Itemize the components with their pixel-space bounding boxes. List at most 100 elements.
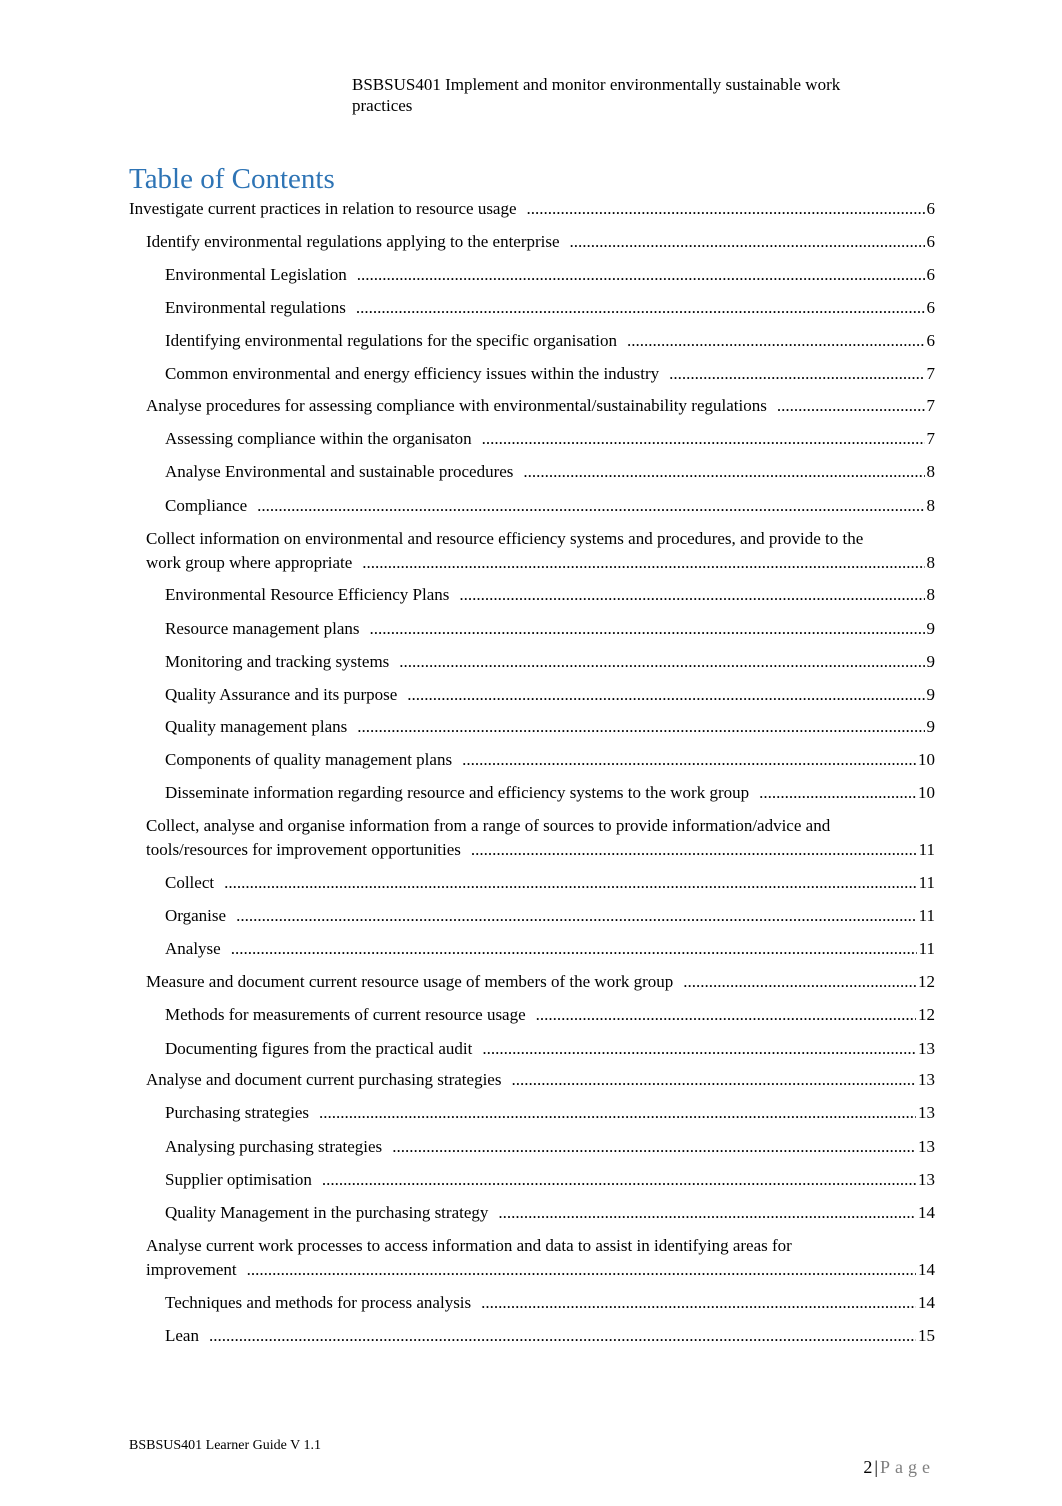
toc-entry[interactable]: Lean 15	[165, 1324, 935, 1348]
dot-leader	[392, 1135, 916, 1159]
toc-entry-page: 7	[926, 364, 936, 383]
toc-entry-page: 11	[918, 873, 935, 892]
toc-entry[interactable]: Environmental regulations 6	[165, 296, 935, 320]
dot-leader	[357, 263, 925, 287]
toc-entry[interactable]: Measure and document current resource us…	[146, 970, 935, 994]
toc-entry[interactable]: Analyse and document current purchasing …	[146, 1068, 935, 1092]
toc-entry-title: Lean	[165, 1326, 199, 1345]
toc-entry[interactable]: Investigate current practices in relatio…	[129, 197, 935, 221]
toc-entry[interactable]: Collect, analyse and organise informatio…	[146, 814, 935, 862]
dot-leader	[322, 1168, 916, 1192]
toc-entry-title: Disseminate information regarding resour…	[165, 783, 750, 802]
dot-leader	[357, 715, 924, 739]
toc-entry[interactable]: Monitoring and tracking systems 9	[165, 650, 935, 674]
toc-entry-page: 6	[926, 265, 936, 284]
toc-entry[interactable]: Quality management plans 9	[165, 715, 935, 739]
dot-leader	[523, 460, 924, 484]
toc-entry[interactable]: Analyse 11	[165, 937, 935, 961]
toc-entry-title: Identify environmental regulations apply…	[146, 232, 560, 251]
toc-entry-text-line1: Collect information on environmental and…	[146, 529, 864, 548]
dot-leader	[407, 683, 924, 707]
dot-leader	[224, 871, 917, 895]
toc-entry-title: Compliance	[165, 496, 248, 515]
toc-entry[interactable]: Assessing compliance within the organisa…	[165, 427, 935, 451]
dot-leader	[511, 1068, 916, 1092]
toc-entry[interactable]: Analyse procedures for assessing complia…	[146, 394, 935, 418]
toc-entry-title: Investigate current practices in relatio…	[129, 199, 517, 218]
dot-leader	[759, 781, 916, 805]
toc-entry[interactable]: Identifying environmental regulations fo…	[165, 329, 935, 353]
toc-entry[interactable]: Components of quality management plans 10	[165, 748, 935, 772]
toc-entry[interactable]: Methods for measurements of current reso…	[165, 1003, 935, 1027]
toc-entry-title: Techniques and methods for process analy…	[165, 1293, 472, 1312]
toc-entry[interactable]: Analyse Environmental and sustainable pr…	[165, 460, 935, 484]
toc-entry[interactable]: Collect 11	[165, 871, 935, 895]
toc-entry[interactable]: Collect information on environmental and…	[146, 527, 935, 575]
dot-leader	[247, 1258, 916, 1282]
toc-entry-page: 11	[918, 939, 935, 958]
page-word: Page	[880, 1457, 935, 1477]
toc-entry-page: 13	[918, 1103, 935, 1122]
toc-entry-page: 12	[918, 972, 935, 991]
toc-entry[interactable]: Common environmental and energy efficien…	[165, 362, 935, 386]
toc-entry-title: Documenting figures from the practical a…	[165, 1039, 473, 1058]
dot-leader	[482, 1037, 916, 1061]
toc-entry[interactable]: Documenting figures from the practical a…	[165, 1037, 935, 1061]
toc-entry-title: Common environmental and energy efficien…	[165, 364, 660, 383]
toc-entry-title: Analyse	[165, 939, 221, 958]
toc-entry[interactable]: Environmental Resource Efficiency Plans 8	[165, 583, 935, 607]
toc-entry[interactable]: Environmental Legislation 6	[165, 263, 935, 287]
toc-entry-page: 12	[918, 1005, 935, 1024]
toc-entry-title: Analyse procedures for assessing complia…	[146, 396, 767, 415]
toc-entry-page: 6	[926, 331, 936, 350]
toc-entry-title: Purchasing strategies	[165, 1103, 309, 1122]
toc-entry[interactable]: Analysing purchasing strategies 13	[165, 1135, 935, 1159]
toc-entry[interactable]: Supplier optimisation 13	[165, 1168, 935, 1192]
toc-entry-page: 8	[926, 585, 936, 604]
toc-entry[interactable]: Compliance 8	[165, 494, 935, 518]
dot-leader	[777, 394, 925, 418]
dot-leader	[462, 748, 916, 772]
toc-entry[interactable]: Organise 11	[165, 904, 935, 928]
toc-entry-page: 10	[918, 783, 935, 802]
toc-entry-page: 11	[918, 840, 935, 859]
toc-entry-title: Components of quality management plans	[165, 750, 453, 769]
toc-entry-title: Monitoring and tracking systems	[165, 652, 390, 671]
toc-entry-title: work group where appropriate	[146, 553, 353, 572]
toc-entry-page: 8	[926, 553, 936, 572]
dot-leader	[231, 937, 917, 961]
toc-entry[interactable]: Disseminate information regarding resour…	[165, 781, 935, 805]
footer-document-name: BSBSUS401 Learner Guide V 1.1	[129, 1438, 321, 1453]
dot-leader	[319, 1101, 916, 1125]
toc-entry[interactable]: Purchasing strategies 13	[165, 1101, 935, 1125]
toc-entry-title: tools/resources for improvement opportun…	[146, 840, 461, 859]
dot-leader	[471, 838, 917, 862]
toc-entry[interactable]: Quality Management in the purchasing str…	[165, 1201, 935, 1225]
toc-entry-title: Measure and document current resource us…	[146, 972, 674, 991]
dot-leader	[627, 329, 925, 353]
toc-entry[interactable]: Analyse current work processes to access…	[146, 1234, 935, 1282]
toc-entry[interactable]: Identify environmental regulations apply…	[146, 230, 935, 254]
toc-entry-text-line1: Collect, analyse and organise informatio…	[146, 816, 831, 835]
dot-leader	[257, 494, 924, 518]
dot-leader	[236, 904, 917, 928]
toc-entry-title: Environmental regulations	[165, 298, 346, 317]
toc-entry[interactable]: Resource management plans 9	[165, 617, 935, 641]
dot-leader	[669, 362, 924, 386]
toc-entry-title: Quality Assurance and its purpose	[165, 685, 398, 704]
toc-entry[interactable]: Techniques and methods for process analy…	[165, 1291, 935, 1315]
toc-entry-title: Analyse and document current purchasing …	[146, 1070, 502, 1089]
toc-entry[interactable]: Quality Assurance and its purpose 9	[165, 683, 935, 707]
toc-entry-page: 6	[926, 298, 936, 317]
toc-entry-title: Analysing purchasing strategies	[165, 1137, 383, 1156]
toc-entry-page: 15	[918, 1326, 935, 1345]
toc-entry-title: Quality Management in the purchasing str…	[165, 1203, 489, 1222]
toc-entry-page: 7	[926, 429, 936, 448]
toc-entry-page: 9	[926, 619, 936, 638]
toc-entry-text-line1: Analyse current work processes to access…	[146, 1236, 792, 1255]
toc-entry-title: Assessing compliance within the organisa…	[165, 429, 472, 448]
dot-leader	[399, 650, 924, 674]
toc-entry-title: Resource management plans	[165, 619, 360, 638]
toc-entry-page: 6	[926, 199, 936, 218]
toc-entry-page: 9	[926, 652, 936, 671]
